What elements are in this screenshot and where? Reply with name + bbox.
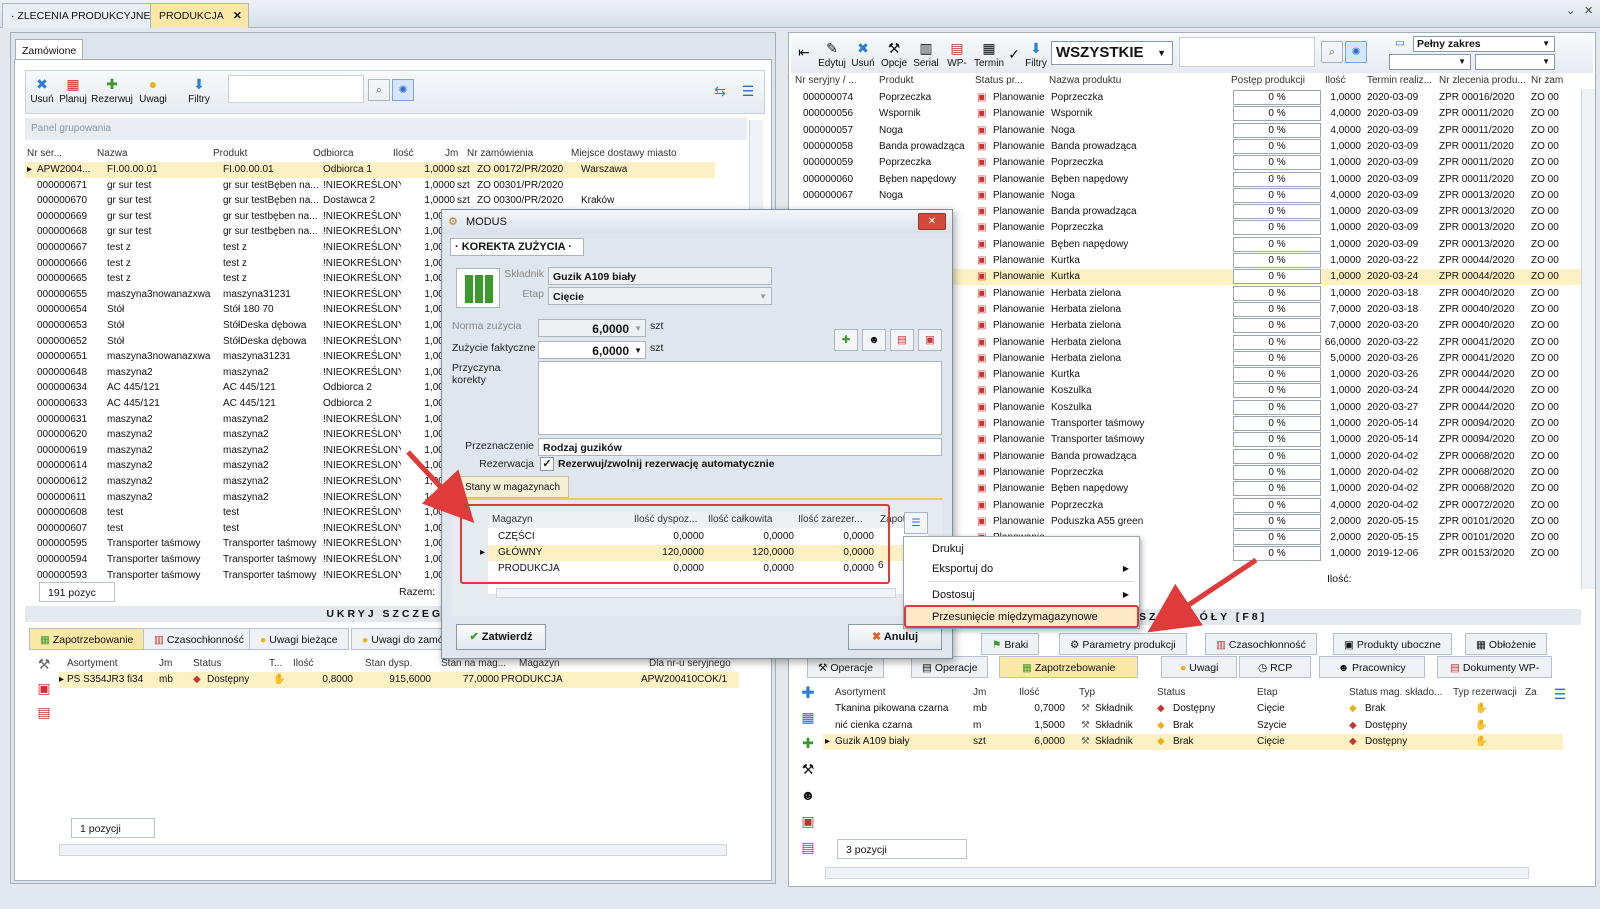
annotation-arrows [406, 450, 1258, 633]
arrow-icon [406, 450, 475, 523]
arrow-icon [1147, 557, 1258, 633]
